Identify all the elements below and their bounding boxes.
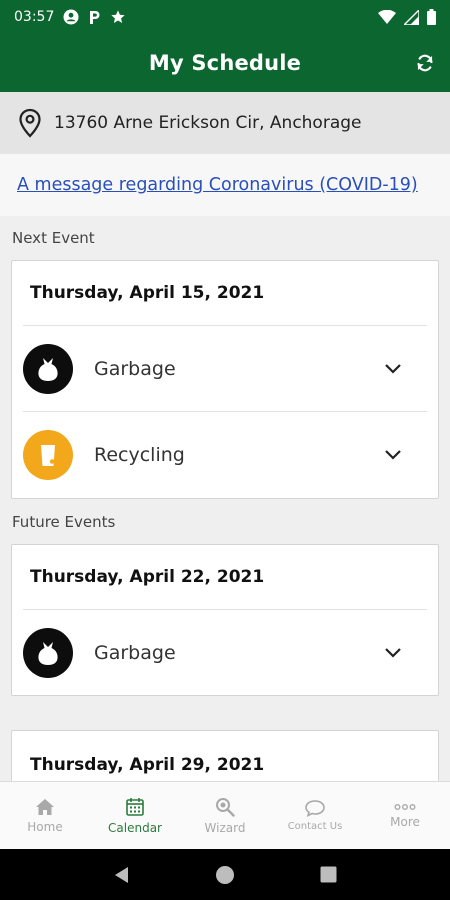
bottom-nav: Home Calendar Wizard Contact Us More xyxy=(0,781,450,849)
chevron-down-icon[interactable] xyxy=(384,647,402,659)
nav-label: Contact Us xyxy=(287,821,343,832)
wifi-icon xyxy=(378,10,396,24)
future-events-label: Future Events xyxy=(12,513,116,531)
status-right xyxy=(378,9,436,25)
chevron-down-icon[interactable] xyxy=(384,363,402,375)
search-icon xyxy=(216,797,235,817)
refresh-button[interactable] xyxy=(412,50,438,76)
home-icon xyxy=(36,798,54,815)
recents-square-icon xyxy=(320,866,337,883)
event-date: Thursday, April 15, 2021 xyxy=(30,283,265,303)
status-left: 03:57 xyxy=(14,9,126,25)
back-button[interactable] xyxy=(102,855,142,895)
event-row-garbage[interactable]: Garbage xyxy=(23,325,427,411)
event-row-label: Garbage xyxy=(94,357,176,380)
nav-item-more[interactable]: More xyxy=(360,782,450,849)
nav-item-calendar[interactable]: Calendar xyxy=(90,782,180,849)
covid-message-link[interactable]: A message regarding Coronavirus (COVID-1… xyxy=(17,175,418,195)
home-circle-icon xyxy=(215,865,234,884)
calendar-icon xyxy=(126,797,144,816)
signal-icon xyxy=(404,9,419,25)
garbage-bag-icon xyxy=(23,343,73,394)
event-row-garbage[interactable]: Garbage xyxy=(23,609,427,695)
home-button[interactable] xyxy=(205,855,245,895)
nav-label: More xyxy=(390,814,420,829)
nav-item-wizard[interactable]: Wizard xyxy=(180,782,270,849)
next-event-label: Next Event xyxy=(12,229,95,247)
future-event-card: Thursday, April 22, 2021 Garbage xyxy=(11,544,439,696)
event-row-label: Garbage xyxy=(94,641,176,664)
page-title: My Schedule xyxy=(148,51,302,75)
nav-item-contact-us[interactable]: Contact Us xyxy=(270,782,360,849)
event-row-recycling[interactable]: Recycling xyxy=(23,411,427,497)
next-event-card: Thursday, April 15, 2021 Garbage Recycli… xyxy=(11,260,439,499)
status-bar: 03:57 xyxy=(0,0,450,34)
parking-icon xyxy=(88,10,101,25)
event-date: Thursday, April 22, 2021 xyxy=(30,567,265,587)
app-bar: My Schedule xyxy=(0,34,450,92)
back-triangle-icon xyxy=(114,866,128,883)
address-bar[interactable]: 13760 Arne Erickson Cir, Anchorage xyxy=(0,92,450,154)
notice-bar: A message regarding Coronavirus (COVID-1… xyxy=(0,154,450,216)
star-icon xyxy=(110,9,126,25)
recents-button[interactable] xyxy=(308,855,348,895)
location-pin-icon xyxy=(19,108,41,138)
garbage-bag-icon xyxy=(23,627,73,678)
address-text: 13760 Arne Erickson Cir, Anchorage xyxy=(54,113,362,133)
system-nav-bar xyxy=(0,849,450,900)
recycling-bin-icon xyxy=(23,429,73,480)
event-row-label: Recycling xyxy=(94,443,185,466)
more-dots-icon xyxy=(394,803,416,810)
nav-label: Wizard xyxy=(204,820,246,835)
account-circle-icon xyxy=(63,9,79,25)
nav-label: Calendar xyxy=(108,820,162,835)
chevron-down-icon[interactable] xyxy=(384,449,402,461)
refresh-icon xyxy=(417,54,433,72)
nav-item-home[interactable]: Home xyxy=(0,782,90,849)
battery-icon xyxy=(427,9,436,25)
status-time: 03:57 xyxy=(14,9,55,25)
nav-label: Home xyxy=(27,819,63,834)
chat-bubble-icon xyxy=(305,800,325,817)
